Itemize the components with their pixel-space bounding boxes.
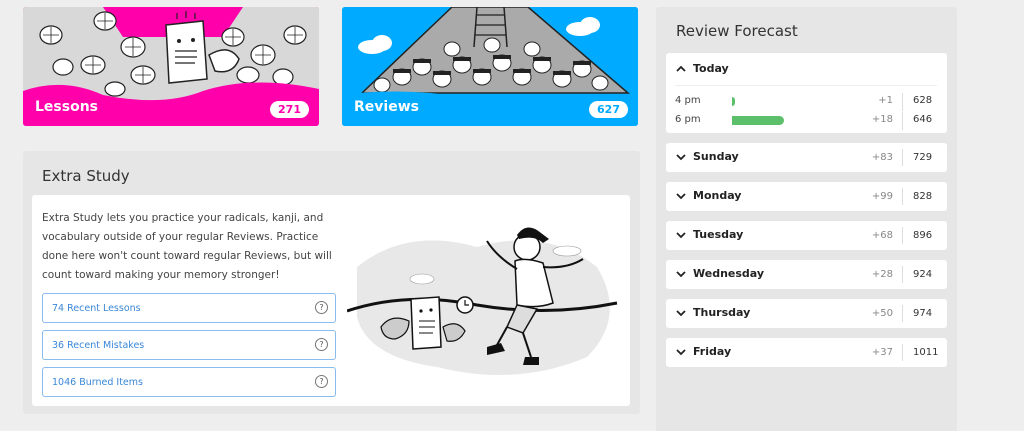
day-total: 974 [913, 308, 933, 319]
chevron-down-icon[interactable] [675, 307, 687, 319]
day-name: Sunday [693, 150, 739, 163]
forecast-day-wednesday[interactable]: Wednesday +28 924 [666, 260, 947, 289]
hour-label: 4 pm [675, 95, 701, 106]
forecast-day-tuesday[interactable]: Tuesday +68 896 [666, 221, 947, 250]
day-name: Tuesday [693, 228, 744, 241]
chevron-down-icon[interactable] [675, 346, 687, 358]
runner-illustration [347, 227, 618, 375]
day-total: 924 [913, 269, 933, 280]
column-separator [902, 305, 903, 322]
chevron-down-icon[interactable] [675, 151, 687, 163]
chevron-up-icon[interactable] [675, 63, 687, 75]
day-plus: +68 [871, 230, 893, 241]
hour-total: 646 [913, 114, 933, 125]
extra-study-title: Extra Study [42, 167, 130, 185]
column-separator [902, 227, 903, 244]
forecast-day-friday[interactable]: Friday +37 1011 [666, 338, 947, 367]
chevron-down-icon[interactable] [675, 268, 687, 280]
reviews-label: Reviews [354, 99, 419, 115]
column-separator [902, 266, 903, 283]
hour-row: 6 pm +18 646 [666, 112, 947, 130]
column-separator [902, 93, 903, 111]
forecast-day-today[interactable]: Today 4 pm +1 628 6 pm +18 646 [666, 53, 947, 133]
recent-lessons-label: 74 Recent Lessons [52, 302, 141, 314]
day-name: Monday [693, 189, 742, 202]
forecast-day-thursday[interactable]: Thursday +50 974 [666, 299, 947, 328]
day-plus: +83 [871, 152, 893, 163]
extra-study-description: Extra Study lets you practice your radic… [42, 212, 332, 281]
lessons-count-badge: 271 [270, 101, 309, 118]
review-forecast-title: Review Forecast [676, 22, 798, 40]
day-name: Thursday [693, 306, 751, 319]
day-name: Friday [693, 345, 732, 358]
review-forecast-panel: Review Forecast Today 4 pm +1 628 6 pm +… [656, 7, 957, 431]
forecast-day-monday[interactable]: Monday +99 828 [666, 182, 947, 211]
day-plus: +37 [871, 347, 893, 358]
hour-row: 4 pm +1 628 [666, 93, 947, 111]
help-icon[interactable]: ? [315, 338, 328, 351]
hour-bar [732, 116, 784, 125]
recent-lessons-button[interactable]: 74 Recent Lessons ? [42, 293, 336, 323]
chevron-down-icon[interactable] [675, 229, 687, 241]
forecast-day-sunday[interactable]: Sunday +83 729 [666, 143, 947, 172]
recent-mistakes-button[interactable]: 36 Recent Mistakes ? [42, 330, 336, 360]
reviews-count-badge: 627 [589, 101, 628, 118]
column-separator [902, 112, 903, 130]
divider [675, 85, 937, 86]
day-name: Wednesday [693, 267, 765, 280]
lessons-card[interactable]: Lessons 271 [23, 7, 319, 126]
day-total: 896 [913, 230, 933, 241]
lessons-label: Lessons [35, 99, 98, 115]
hour-bar [732, 97, 735, 106]
burned-items-button[interactable]: 1046 Burned Items ? [42, 367, 336, 397]
column-separator [902, 188, 903, 205]
day-name: Today [693, 62, 729, 75]
help-icon[interactable]: ? [315, 301, 328, 314]
reviews-card[interactable]: Reviews 627 [342, 7, 638, 126]
day-total: 828 [913, 191, 933, 202]
chevron-down-icon[interactable] [675, 190, 687, 202]
day-plus: +50 [871, 308, 893, 319]
burned-items-label: 1046 Burned Items [52, 376, 143, 388]
day-plus: +99 [871, 191, 893, 202]
recent-mistakes-label: 36 Recent Mistakes [52, 339, 145, 351]
day-total: 1011 [913, 347, 939, 358]
column-separator [902, 149, 903, 166]
hour-label: 6 pm [675, 114, 701, 125]
extra-study-panel: Extra Study Extra Study lets you practic… [23, 151, 640, 414]
hour-total: 628 [913, 95, 933, 106]
column-separator [902, 344, 903, 361]
hour-plus: +18 [871, 114, 893, 125]
help-icon[interactable]: ? [315, 375, 328, 388]
day-total: 729 [913, 152, 933, 163]
extra-study-body: Extra Study lets you practice your radic… [32, 195, 630, 406]
hour-plus: +1 [878, 95, 893, 106]
day-plus: +28 [871, 269, 893, 280]
